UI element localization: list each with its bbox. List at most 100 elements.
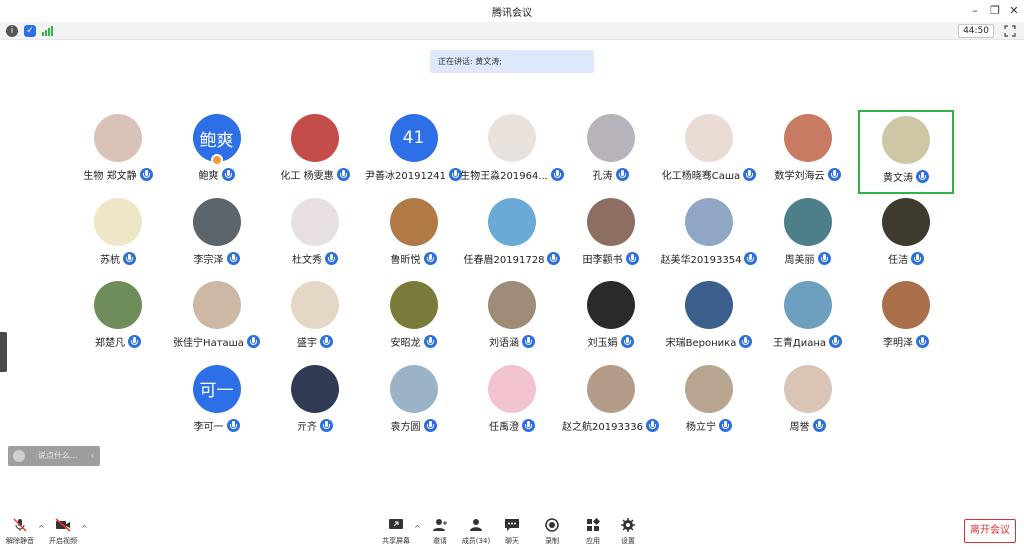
participant-avatar xyxy=(94,197,142,246)
participant-tile[interactable]: 刘语涵 xyxy=(464,277,560,361)
participant-tile[interactable]: 宋瑞Вероника xyxy=(661,277,757,361)
signal-icon[interactable] xyxy=(42,26,54,36)
side-panel-handle[interactable] xyxy=(0,332,7,372)
info-icon[interactable]: i xyxy=(6,25,18,37)
chat-button[interactable]: 聊天 xyxy=(494,518,530,546)
participant-avatar xyxy=(192,281,241,329)
share-screen-button[interactable]: 共享屏幕 xyxy=(378,518,414,546)
participant-tile[interactable]: 周誉 xyxy=(760,361,856,445)
participant-avatar xyxy=(783,197,832,246)
audio-options-caret-icon[interactable]: ^ xyxy=(38,524,45,533)
participant-avatar xyxy=(882,281,930,329)
apps-button[interactable]: 应用 xyxy=(575,518,611,546)
participant-name-row: 任洁 xyxy=(844,251,968,266)
participant-tile[interactable]: 李宗泽 xyxy=(169,194,265,278)
record-icon xyxy=(545,518,559,532)
participant-avatar xyxy=(389,281,438,329)
participant-tile[interactable]: 袁方圆 xyxy=(366,361,462,445)
mic-muted-icon xyxy=(13,518,27,532)
leave-meeting-button[interactable]: 离开会议 xyxy=(964,519,1016,543)
participant-tile[interactable]: 安昭龙 xyxy=(366,277,462,361)
invite-button[interactable]: 邀请 xyxy=(422,518,458,546)
start-video-button[interactable]: 开启视频 xyxy=(45,518,81,546)
participant-tile[interactable]: 鲁昕悦 xyxy=(366,194,462,278)
record-button[interactable]: 录制 xyxy=(534,518,570,546)
participant-tile[interactable]: 周美丽 xyxy=(760,194,856,278)
participant-tile[interactable]: 盛宇 xyxy=(267,277,363,361)
participant-tile[interactable]: 可一 李可一 xyxy=(169,361,265,445)
participant-name: 尹善冰20191241 xyxy=(365,171,446,182)
participant-tile[interactable]: 杨立宁 xyxy=(661,361,757,445)
mic-icon xyxy=(916,335,929,348)
participant-name: 刘玉娟 xyxy=(587,338,618,349)
participant-tile[interactable]: 赵之航20193336 xyxy=(562,361,659,445)
mic-icon xyxy=(615,168,629,181)
participant-tile[interactable]: 苏杭 xyxy=(70,194,166,278)
participant-name: 化工 杨雯惠 xyxy=(280,171,334,182)
close-button[interactable]: ✕ xyxy=(1005,3,1023,19)
participant-name: 鲁昕悦 xyxy=(390,254,421,266)
participant-tile[interactable]: 郑楚凡 xyxy=(70,277,166,361)
participant-name: 李可一 xyxy=(193,421,224,433)
mic-icon xyxy=(226,251,240,265)
participant-name: 王青Диана xyxy=(772,338,827,349)
participant-tile[interactable]: 41 尹善冰20191241 xyxy=(365,110,462,194)
minimize-button[interactable]: – xyxy=(966,3,984,19)
settings-button[interactable]: 设置 xyxy=(610,518,646,546)
chevron-left-icon[interactable]: ‹ xyxy=(91,446,94,466)
participant-name: 苏杭 xyxy=(100,254,120,266)
participant-avatar xyxy=(685,281,733,329)
participant-tile[interactable]: 孔涛 xyxy=(563,110,659,194)
chat-input[interactable]: 说点什么... ‹ xyxy=(8,446,100,466)
participant-tile[interactable]: 刘玉娟 xyxy=(563,277,659,361)
unmute-button[interactable]: 解除静音 xyxy=(2,518,38,546)
participant-avatar xyxy=(586,281,635,329)
mic-icon xyxy=(336,168,350,181)
participant-tile[interactable]: 王青Диана xyxy=(760,277,856,361)
participant-name: 任禹澄 xyxy=(489,421,519,433)
members-button[interactable]: 成员(34) xyxy=(458,518,494,546)
participant-avatar xyxy=(882,197,930,246)
participant-tile[interactable]: 张佳宁Наташа xyxy=(169,277,265,361)
participant-tile[interactable]: 任洁 xyxy=(858,194,954,278)
participant-tile[interactable]: 黄文涛 xyxy=(858,110,954,194)
participant-name-row: 黄文涛 xyxy=(846,169,966,184)
participant-avatar xyxy=(389,197,438,246)
participant-avatar: 可一 xyxy=(192,364,241,413)
participant-name: 化工杨晓骞Саша xyxy=(661,171,741,182)
participant-tile[interactable]: 鲍爽 鲍爽 xyxy=(169,110,265,194)
chat-avatar-icon xyxy=(13,450,25,462)
participant-name: 郑楚凡 xyxy=(95,338,125,349)
participant-name: 杨立宁 xyxy=(686,421,716,433)
mic-icon xyxy=(320,335,333,348)
participant-tile[interactable]: 化工 杨雯惠 xyxy=(267,110,363,194)
fullscreen-icon[interactable] xyxy=(1004,25,1016,37)
mic-icon xyxy=(423,251,437,265)
participant-avatar xyxy=(586,364,635,413)
participant-tile[interactable]: 任春眉20191728 xyxy=(464,194,561,278)
participant-name: 任洁 xyxy=(888,254,908,266)
participant-avatar xyxy=(192,197,241,246)
participant-tile[interactable]: 赵美华20193354 xyxy=(660,194,758,278)
participant-tile[interactable]: 化工杨晓骞Саша xyxy=(661,110,757,194)
participant-tile[interactable]: 任禹澄 xyxy=(464,361,560,445)
participant-tile[interactable]: 李明泽 xyxy=(858,277,954,361)
participant-name: 赵美华20193354 xyxy=(660,254,742,266)
participant-tile[interactable]: 杜文秀 xyxy=(267,194,363,278)
chat-icon xyxy=(505,519,519,531)
participant-tile[interactable]: 数学刘海云 xyxy=(760,110,856,194)
participant-tile[interactable]: 生物王淼201964... xyxy=(460,110,564,194)
participant-tile[interactable]: 生物 郑文静 xyxy=(70,110,166,194)
shield-icon[interactable]: ✓ xyxy=(24,25,36,37)
video-options-caret-icon[interactable]: ^ xyxy=(81,524,88,533)
participant-avatar xyxy=(389,364,438,413)
share-options-caret-icon[interactable]: ^ xyxy=(414,524,421,533)
mic-icon xyxy=(916,170,929,183)
mic-icon xyxy=(226,418,240,432)
participant-name: 周美丽 xyxy=(784,254,815,266)
participant-avatar xyxy=(783,114,832,162)
restore-button[interactable]: ❐ xyxy=(986,3,1004,19)
participant-tile[interactable]: 田李颧书 xyxy=(563,194,659,278)
participant-tile[interactable]: 亓齐 xyxy=(267,361,363,445)
participant-avatar xyxy=(488,281,536,329)
